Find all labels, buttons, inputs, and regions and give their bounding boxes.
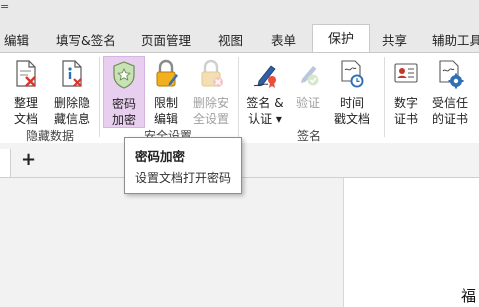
verify-label: 验证 — [295, 96, 320, 110]
remove-hidden-info-button[interactable]: 删除隐 藏信息 — [48, 59, 96, 131]
tab-edit[interactable]: 编辑 — [4, 30, 29, 52]
trusted-cert-icon — [436, 59, 464, 89]
tooltip-description: 设置文档打开密码 — [135, 171, 232, 185]
document-tab[interactable] — [0, 149, 11, 177]
tab-protect[interactable]: 保护 — [312, 24, 370, 53]
restrict-editing-button[interactable]: 限制 编辑 — [147, 59, 185, 131]
organize-document-label: 整理 文档 — [13, 96, 38, 126]
ribbon-panel: 整理 文档 删除隐 藏信息 隐藏数据 密码 加密 限制 编辑 删除安 全设置 安… — [0, 52, 479, 144]
sign-certify-label: 签名 & 认证 ▾ — [246, 96, 284, 126]
remove-hidden-info-icon — [58, 59, 86, 89]
timestamp-document-button[interactable]: 时间 戳文档 — [330, 59, 374, 131]
tooltip-title: 密码加密 — [135, 149, 186, 164]
digital-certificate-button[interactable]: 数字 证书 — [388, 59, 424, 131]
password-encrypt-tooltip: 密码加密 设置文档打开密码 — [124, 137, 242, 194]
sign-certify-button[interactable]: 签名 & 认证 ▾ — [242, 59, 288, 131]
remove-security-label: 删除安 全设置 — [192, 96, 229, 126]
restrict-editing-label: 限制 编辑 — [153, 96, 178, 126]
tab-share[interactable]: 共享 — [382, 30, 407, 52]
digital-certificate-label: 数字 证书 — [393, 96, 418, 126]
group-label-hidden-data: 隐藏数据 — [25, 129, 74, 143]
doc-clean-icon — [12, 59, 40, 89]
verify-icon — [294, 59, 322, 89]
timestamp-document-label: 时间 戳文档 — [333, 96, 370, 126]
ribbon-tab-bar: = 编辑 填写&签名 页面管理 视图 表单 保护 共享 辅助工具 — [0, 0, 479, 53]
organize-document-button[interactable]: 整理 文档 — [6, 59, 46, 131]
password-shield-icon — [110, 60, 138, 90]
remove-hidden-info-label: 删除隐 藏信息 — [53, 96, 90, 126]
trusted-certificates-button[interactable]: 受信任 的证书 — [427, 59, 473, 131]
tab-form[interactable]: 表单 — [271, 30, 296, 52]
group-separator — [384, 57, 385, 137]
tab-accessibility-tools[interactable]: 辅助工具 — [432, 30, 479, 52]
group-separator — [99, 57, 100, 137]
timestamp-icon — [338, 59, 366, 89]
tab-fill-sign[interactable]: 填写&签名 — [56, 30, 116, 52]
lock-edit-icon — [152, 59, 180, 89]
remove-security-button[interactable]: 删除安 全设置 — [188, 59, 234, 131]
page-text-fragment: 福 — [461, 287, 477, 305]
new-tab-button[interactable]: + — [21, 149, 36, 170]
tab-page-manage[interactable]: 页面管理 — [141, 30, 191, 52]
document-page[interactable] — [343, 178, 479, 307]
verify-button[interactable]: 验证 — [291, 59, 325, 131]
password-encrypt-label: 密码 加密 — [111, 97, 136, 127]
remove-security-icon — [197, 59, 225, 89]
trusted-certificates-label: 受信任 的证书 — [431, 96, 468, 126]
group-label-signature: 签名 — [296, 129, 321, 143]
password-encrypt-button[interactable]: 密码 加密 — [103, 56, 145, 128]
tab-view[interactable]: 视图 — [218, 30, 243, 52]
certificate-icon — [392, 59, 420, 89]
menu-edge-mark: = — [0, 0, 10, 13]
group-separator — [238, 57, 239, 137]
sign-pen-icon — [251, 59, 279, 89]
